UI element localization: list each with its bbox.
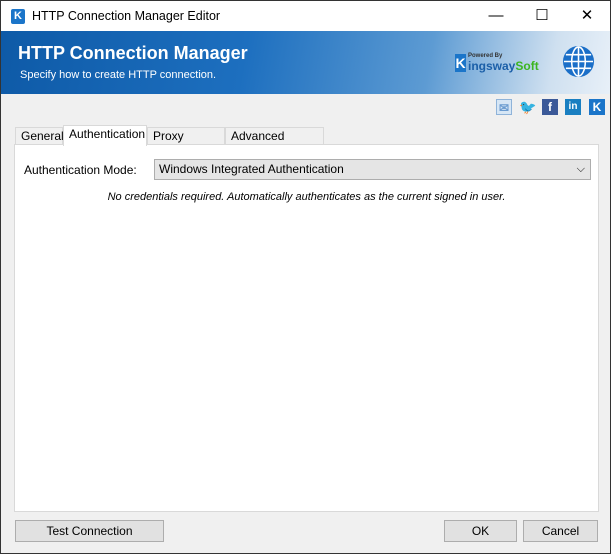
twitter-icon[interactable]: 🐦 <box>519 99 536 115</box>
email-icon[interactable]: ✉ <box>496 99 512 115</box>
app-icon: K <box>11 9 25 24</box>
kingswaysoft-icon[interactable]: K <box>589 99 605 115</box>
window-title: HTTP Connection Manager Editor <box>32 9 221 23</box>
header-banner: HTTP Connection Manager Specify how to c… <box>1 31 610 94</box>
auth-mode-label: Authentication Mode: <box>24 163 137 177</box>
dialog-window: K HTTP Connection Manager Editor — ☐ ✕ H… <box>0 0 611 554</box>
auth-mode-value: Windows Integrated Authentication <box>159 162 344 176</box>
tab-advanced-settings[interactable]: Advanced Settings <box>225 127 324 160</box>
linkedin-icon[interactable]: in <box>565 99 581 115</box>
test-connection-button[interactable]: Test Connection <box>15 520 164 542</box>
chevron-down-icon: ⌵ <box>576 163 585 175</box>
facebook-icon[interactable]: f <box>542 99 558 115</box>
maximize-button[interactable]: ☐ <box>519 1 565 31</box>
banner-title: HTTP Connection Manager <box>18 43 248 63</box>
minimize-button[interactable]: — <box>473 1 519 31</box>
title-bar: K HTTP Connection Manager Editor — ☐ ✕ <box>1 1 610 31</box>
tab-proxy-settings[interactable]: Proxy Settings <box>147 127 225 160</box>
close-button[interactable]: ✕ <box>564 1 610 31</box>
globe-icon <box>562 45 595 78</box>
banner-subtitle: Specify how to create HTTP connection. <box>20 69 217 81</box>
cancel-button[interactable]: Cancel <box>523 520 598 542</box>
authentication-panel: Authentication Mode: Windows Integrated … <box>14 144 599 512</box>
tab-authentication[interactable]: Authentication <box>63 125 147 146</box>
tab-general[interactable]: General <box>15 127 64 145</box>
auth-note: No credentials required. Automatically a… <box>107 191 506 203</box>
ok-button[interactable]: OK <box>444 520 517 542</box>
auth-mode-select[interactable]: Windows Integrated Authentication ⌵ <box>154 159 591 180</box>
